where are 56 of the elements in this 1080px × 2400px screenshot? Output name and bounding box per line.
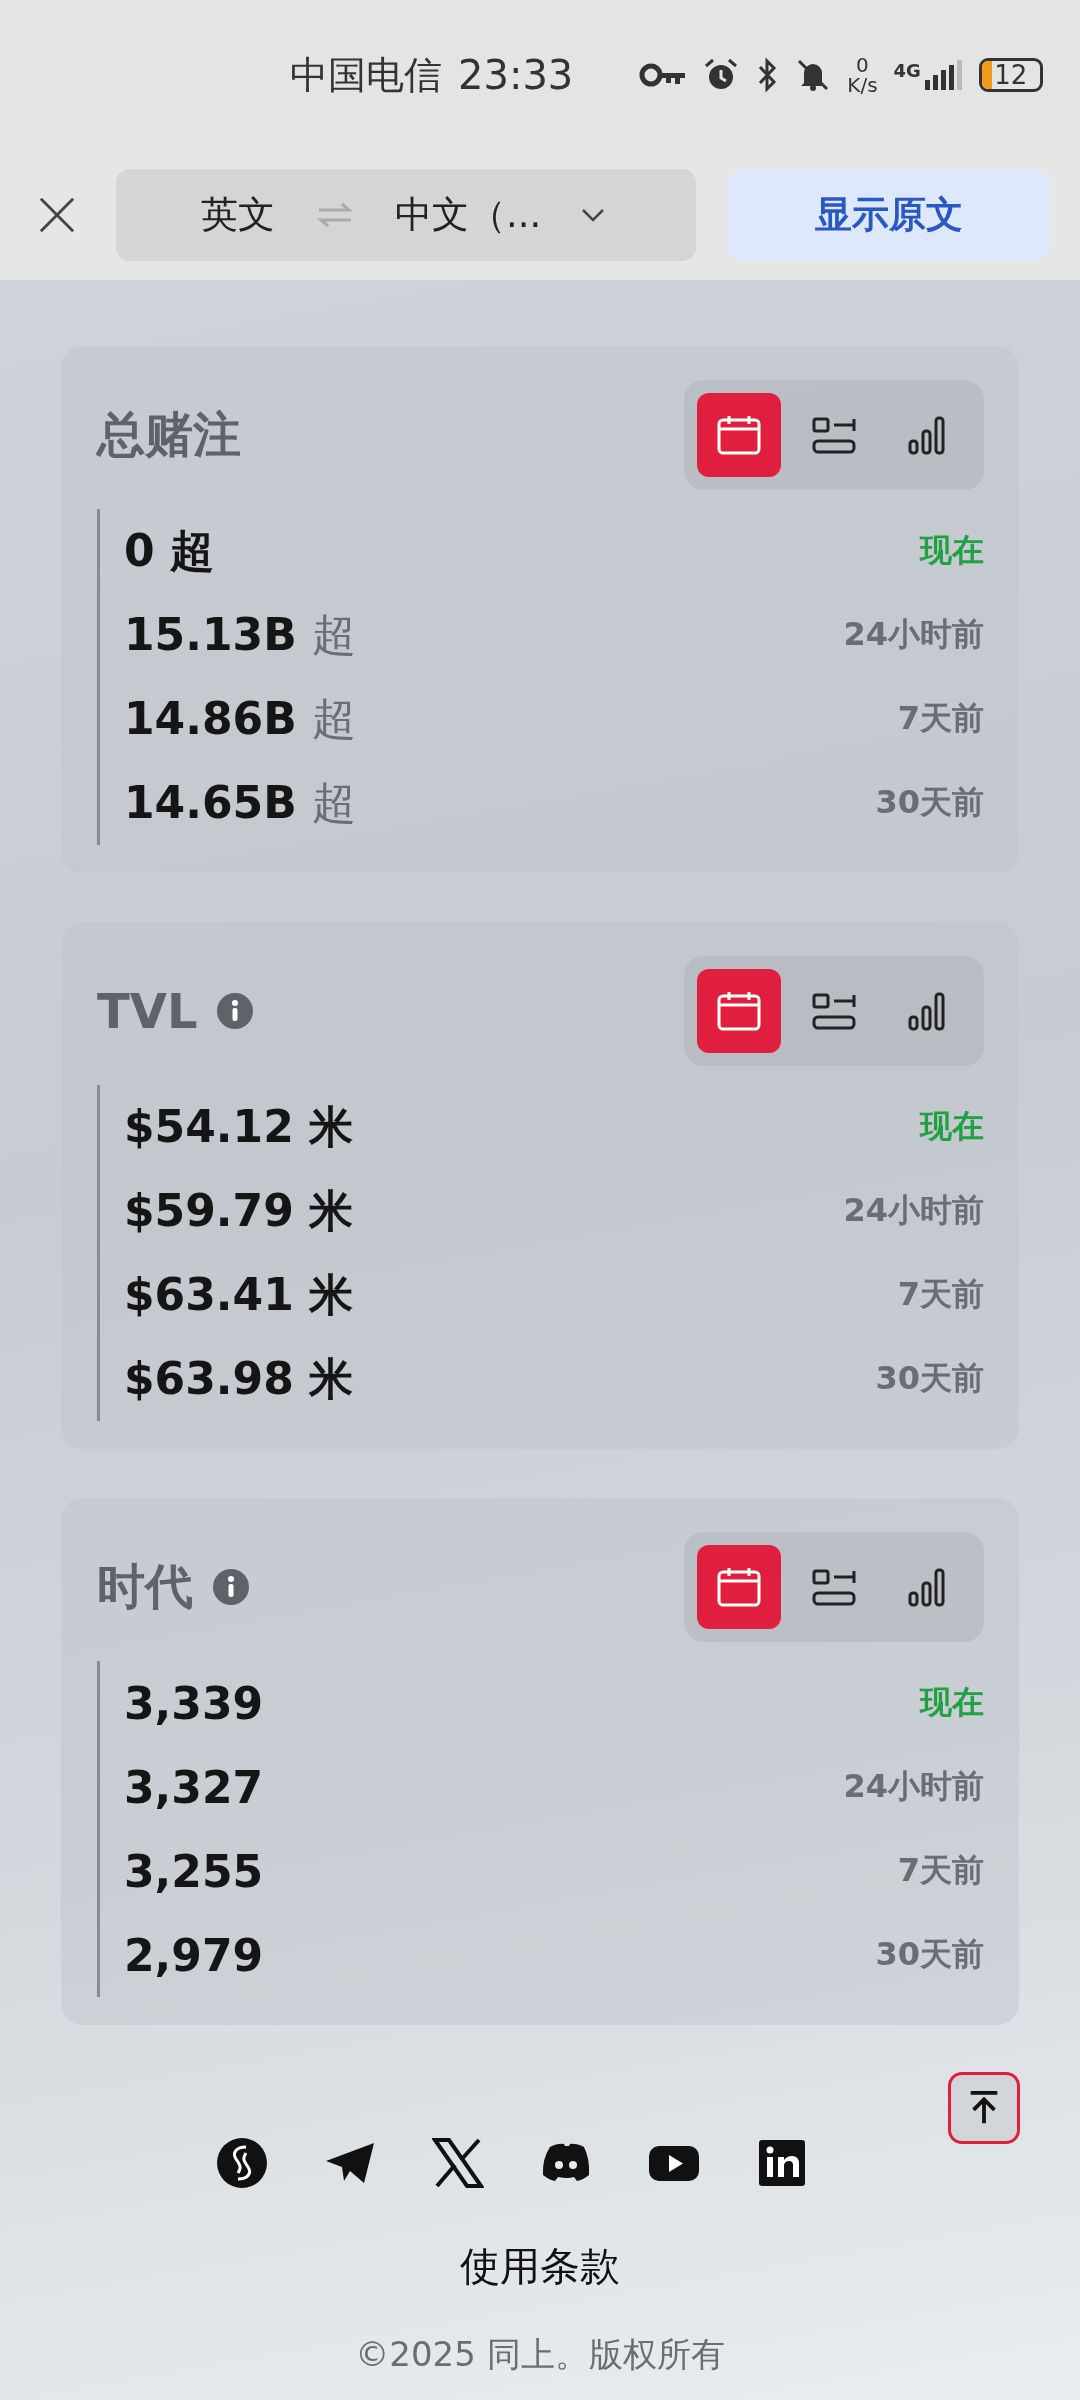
time-label: 24小时前 [843,614,984,655]
stat-value: $63.41 米 [124,1267,354,1322]
show-original-button[interactable]: 显示原文 [727,169,1050,261]
key-icon [639,62,688,88]
stat-value: 2,979 [124,1929,264,1981]
stat-value: 0 超 [124,523,214,578]
stat-value: 3,327 [124,1761,264,1813]
time-label: 24小时前 [843,1766,984,1807]
clock-time: 23:33 [458,52,574,98]
language-selector[interactable]: 英文 中文（... [116,169,696,261]
view-button[interactable] [697,969,781,1053]
info-icon[interactable] [213,1569,249,1605]
time-label: 30天前 [875,1934,984,1975]
time-label: 7天前 [897,1274,984,1315]
view-button[interactable] [697,393,781,477]
calendar-icon [717,991,761,1031]
time-label: 7天前 [897,698,984,739]
layout-icon [812,415,856,455]
calendar-icon [717,415,761,455]
source-language[interactable]: 英文 [201,190,275,240]
card-title: 时代 [97,1557,193,1616]
card-title: 总赌注 [97,405,241,464]
stat-value: $54.12 米 [124,1099,354,1154]
target-language[interactable]: 中文（... [395,190,542,240]
time-label: 7天前 [897,1850,984,1891]
stat-value: 3,255 [124,1845,264,1897]
stat-value: 3,339 [124,1677,264,1729]
time-label: 24小时前 [843,1190,984,1231]
info-icon[interactable] [217,993,254,1029]
time-label: 现在 [920,1682,984,1723]
stat-value: $63.98 米 [124,1351,354,1406]
stat-value: 14.65B 超 [124,775,357,830]
layout-icon [812,1567,856,1607]
layout-icon [812,991,856,1031]
calendar-icon [717,1567,761,1607]
x-logo-icon[interactable] [432,2137,484,2189]
close-icon[interactable] [38,196,76,234]
stat-value: 14.86B 超 [124,691,357,746]
time-label: 现在 [920,1106,984,1147]
network-speed: 0 K/s [847,55,878,95]
stat-value: 15.13B 超 [124,607,357,662]
linkedin-logo-icon[interactable] [756,2137,808,2189]
battery-indicator: 12 [978,58,1043,92]
caret-icon[interactable] [581,208,606,222]
carrier-name: 中国电信 [290,51,442,99]
view-button[interactable] [697,1545,781,1629]
stat-value: $59.79 米 [124,1183,354,1238]
terms-link[interactable]: 使用条款 [460,2239,620,2294]
card-title: TVL [97,983,198,1039]
time-label: 现在 [920,530,984,571]
time-label: 30天前 [875,782,984,823]
copyright-text: ©2025 同上。版权所有 [355,2333,725,2376]
signal-indicator: 4G [893,60,963,90]
back-to-top-button[interactable] [948,2072,1020,2144]
swirl-logo-icon[interactable] [216,2137,268,2189]
time-label: 30天前 [875,1358,984,1399]
